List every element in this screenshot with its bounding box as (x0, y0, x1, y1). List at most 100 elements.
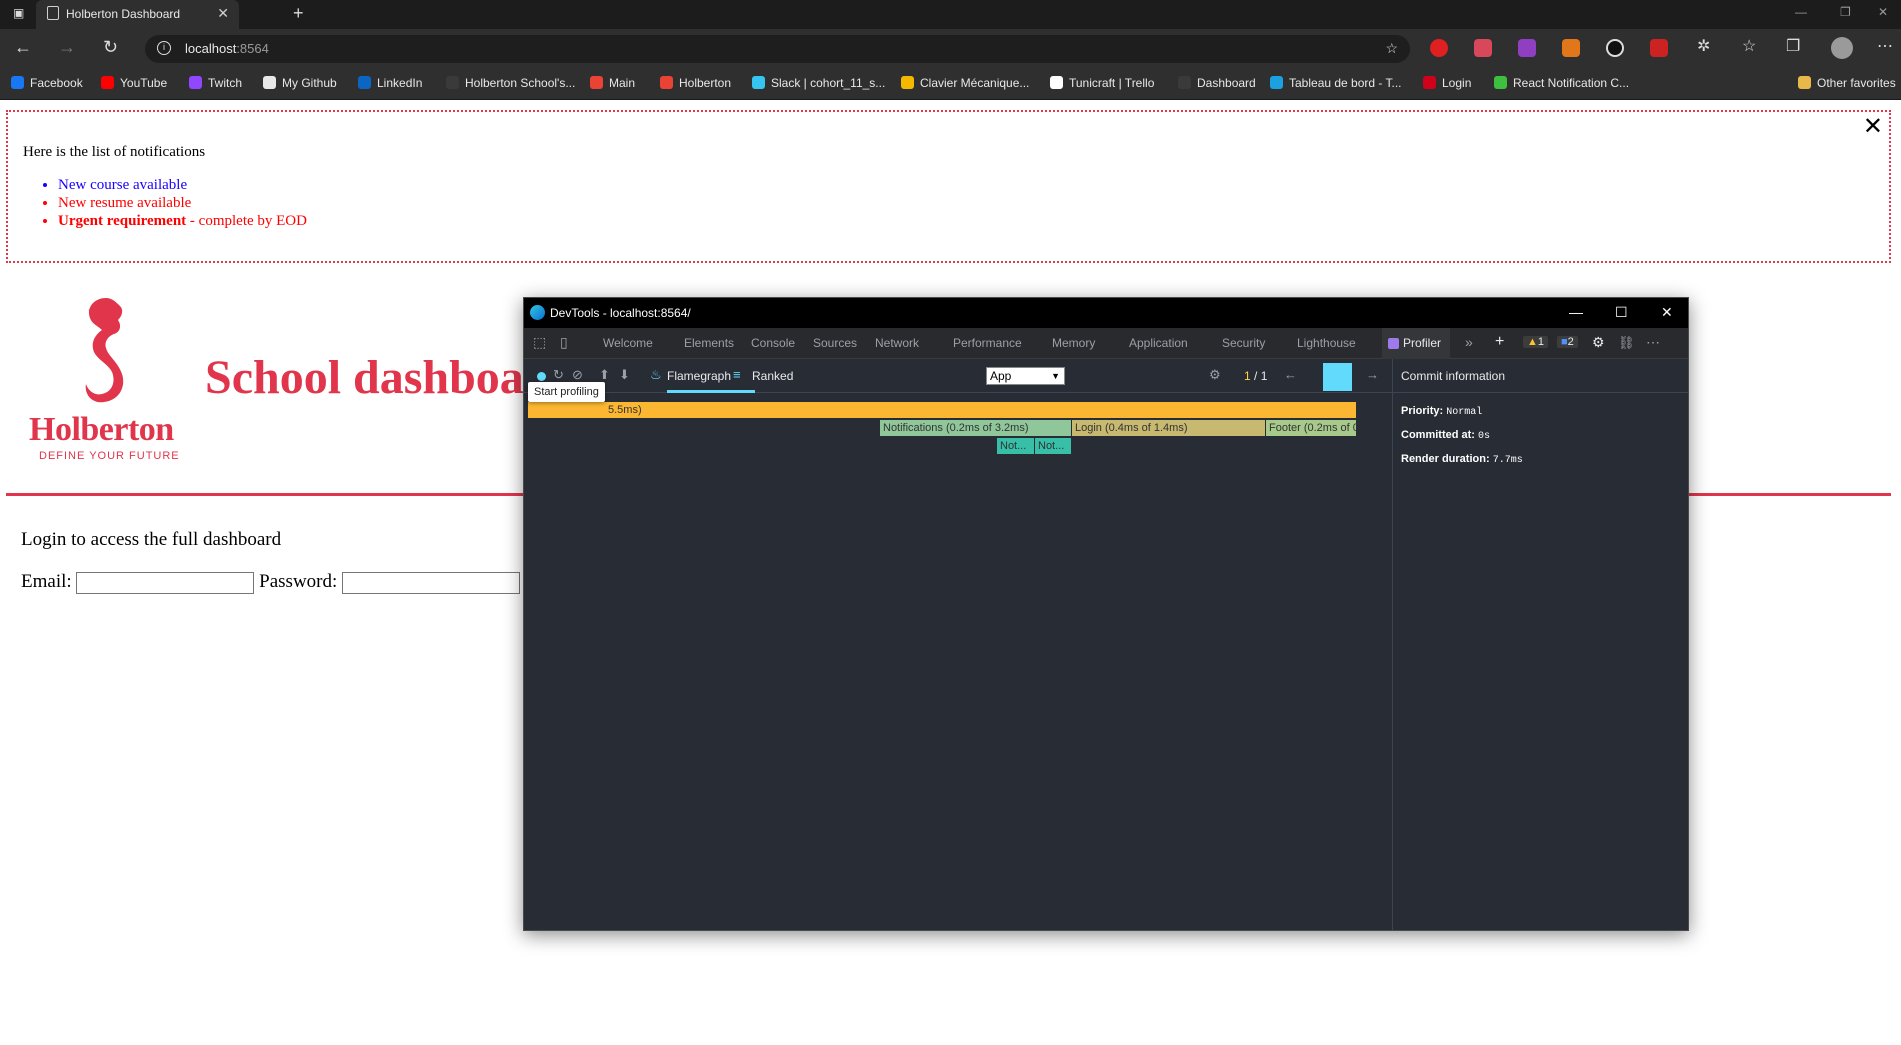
bookmark-item[interactable]: Facebook (11, 76, 83, 90)
extension-icon[interactable] (1430, 39, 1448, 57)
bookmark-favicon-icon (101, 76, 114, 89)
more-menu-icon[interactable]: ⋯ (1877, 38, 1893, 56)
url-input[interactable]: i localhost:8564 ☆ (145, 35, 1410, 63)
bookmark-item[interactable]: Main (590, 76, 635, 90)
close-notifications-icon[interactable]: ✕ (1863, 112, 1883, 140)
browser-tab-strip: ▣ Holberton Dashboard ✕ + — ❐ ✕ (0, 0, 1901, 29)
extension-icon[interactable] (1606, 39, 1624, 57)
forward-icon[interactable]: → (58, 38, 76, 56)
browser-tab[interactable]: Holberton Dashboard ✕ (36, 0, 239, 29)
flame-bar-notification-item[interactable]: Not... (1035, 438, 1072, 454)
flame-bar-footer[interactable]: Footer (0.2ms of 0... (1266, 420, 1357, 436)
bookmark-item[interactable]: React Notification C... (1494, 76, 1629, 90)
other-favorites-folder[interactable]: Other favorites (1798, 76, 1896, 90)
info-icon[interactable]: i (157, 41, 171, 55)
bookmark-item[interactable]: Login (1423, 76, 1471, 90)
bookmark-item[interactable]: Slack | cohort_11_s... (752, 76, 885, 90)
other-favorites-label: Other favorites (1817, 76, 1896, 90)
bookmark-item[interactable]: Holberton School's... (446, 76, 575, 90)
close-tab-icon[interactable]: ✕ (217, 5, 229, 22)
more-tabs-icon[interactable]: » (1465, 334, 1473, 350)
load-profile-icon[interactable]: ⬆ (599, 368, 610, 382)
password-field[interactable] (342, 571, 521, 594)
tab-memory[interactable]: Memory (1052, 336, 1095, 350)
more-options-icon[interactable]: ⋯ (1646, 334, 1660, 351)
reload-and-profile-icon[interactable]: ↻ (553, 368, 564, 382)
tab-actions-icon[interactable]: ▣ (13, 6, 24, 20)
connection-icon[interactable]: ⛓ (1618, 335, 1635, 351)
start-profiling-tooltip: Start profiling (528, 382, 605, 402)
notification-item[interactable]: New course available (58, 176, 307, 194)
extension-icon[interactable] (1650, 39, 1668, 57)
settings-gear-icon[interactable]: ⚙ (1592, 334, 1605, 351)
bookmark-favicon-icon (901, 76, 914, 89)
save-profile-icon[interactable]: ⬇ (619, 368, 630, 382)
bookmark-item[interactable]: Tunicraft | Trello (1050, 76, 1154, 90)
flame-bar-login[interactable]: Login (0.4ms of 1.4ms) (1072, 420, 1266, 436)
tab-security[interactable]: Security (1222, 336, 1265, 350)
flamegraph-tab[interactable]: Flamegraph (667, 369, 731, 383)
profile-avatar[interactable] (1831, 37, 1853, 59)
next-commit-icon[interactable]: → (1366, 368, 1379, 382)
tab-performance[interactable]: Performance (953, 336, 1022, 350)
favorites-icon[interactable]: ☆ (1742, 38, 1756, 56)
previous-commit-icon[interactable]: ← (1284, 368, 1297, 382)
close-icon[interactable]: ✕ (1661, 304, 1673, 321)
bookmark-item[interactable]: Twitch (189, 76, 242, 90)
favorite-star-icon[interactable]: ☆ (1385, 40, 1398, 57)
extension-icon[interactable] (1474, 39, 1492, 57)
login-prompt: Login to access the full dashboard (21, 529, 282, 550)
refresh-icon[interactable]: ↻ (103, 38, 118, 56)
tab-profiler[interactable]: Profiler (1382, 328, 1450, 359)
folder-icon (1798, 76, 1811, 89)
profiler-settings-icon[interactable]: ⚙ (1209, 368, 1221, 382)
new-tab-button[interactable]: + (293, 3, 304, 24)
tab-elements[interactable]: Elements (684, 336, 734, 350)
render-duration-row: Render duration: 7.7ms (1401, 453, 1523, 466)
bookmark-item[interactable]: Holberton (660, 76, 731, 90)
maximize-icon[interactable]: ☐ (1615, 304, 1628, 321)
messages-badge[interactable]: ■2 (1557, 336, 1578, 348)
flame-bar-notifications[interactable]: Notifications (0.2ms of 3.2ms) (880, 420, 1072, 436)
root-selector[interactable]: App ▼ (986, 367, 1065, 385)
inspect-element-icon[interactable]: ⬚ (533, 334, 546, 351)
warnings-badge[interactable]: ▲1 (1523, 336, 1549, 348)
minimize-icon[interactable]: — (1795, 5, 1807, 19)
bookmark-item[interactable]: Tableau de bord - T... (1270, 76, 1402, 90)
clear-profile-icon[interactable]: ⊘ (572, 368, 583, 382)
tab-console[interactable]: Console (751, 336, 795, 350)
bookmark-item[interactable]: My Github (263, 76, 337, 90)
bookmark-item[interactable]: LinkedIn (358, 76, 422, 90)
extensions-puzzle-icon[interactable]: ✲ (1697, 38, 1710, 56)
notification-item[interactable]: New resume available (58, 194, 307, 212)
back-icon[interactable]: ← (14, 38, 32, 56)
metamask-icon[interactable] (1562, 39, 1580, 57)
record-button[interactable] (537, 372, 546, 381)
extension-icon[interactable] (1518, 39, 1536, 57)
tab-welcome[interactable]: Welcome (603, 336, 653, 350)
tab-network[interactable]: Network (875, 336, 919, 350)
flamegraph-chart: 5.5ms) Notifications (0.2ms of 3.2ms) Lo… (524, 393, 1392, 930)
urgent-detail: - complete by EOD (186, 213, 307, 229)
commit-bar[interactable] (1323, 363, 1352, 391)
page-title: School dashboard (205, 351, 572, 404)
ranked-tab[interactable]: Ranked (752, 369, 793, 383)
collections-icon[interactable]: ❐ (1786, 38, 1800, 56)
bookmark-item[interactable]: Clavier Mécanique... (901, 76, 1029, 90)
tab-sources[interactable]: Sources (813, 336, 857, 350)
bookmark-favicon-icon (590, 76, 603, 89)
bookmark-favicon-icon (752, 76, 765, 89)
minimize-icon[interactable]: — (1569, 304, 1583, 320)
flame-bar-root[interactable]: 5.5ms) (528, 402, 1357, 418)
bookmark-item[interactable]: Dashboard (1178, 76, 1256, 90)
tab-application[interactable]: Application (1129, 336, 1188, 350)
bookmark-item[interactable]: YouTube (101, 76, 167, 90)
flame-bar-notification-item[interactable]: Not... (997, 438, 1035, 454)
close-window-icon[interactable]: ✕ (1878, 5, 1888, 19)
notification-item-urgent[interactable]: Urgent requirement - complete by EOD (58, 212, 307, 230)
tab-lighthouse[interactable]: Lighthouse (1297, 336, 1356, 350)
restore-icon[interactable]: ❐ (1840, 5, 1851, 19)
device-emulation-icon[interactable]: ▯ (560, 334, 568, 351)
add-tab-icon[interactable]: + (1495, 333, 1504, 351)
email-field[interactable] (76, 571, 255, 594)
